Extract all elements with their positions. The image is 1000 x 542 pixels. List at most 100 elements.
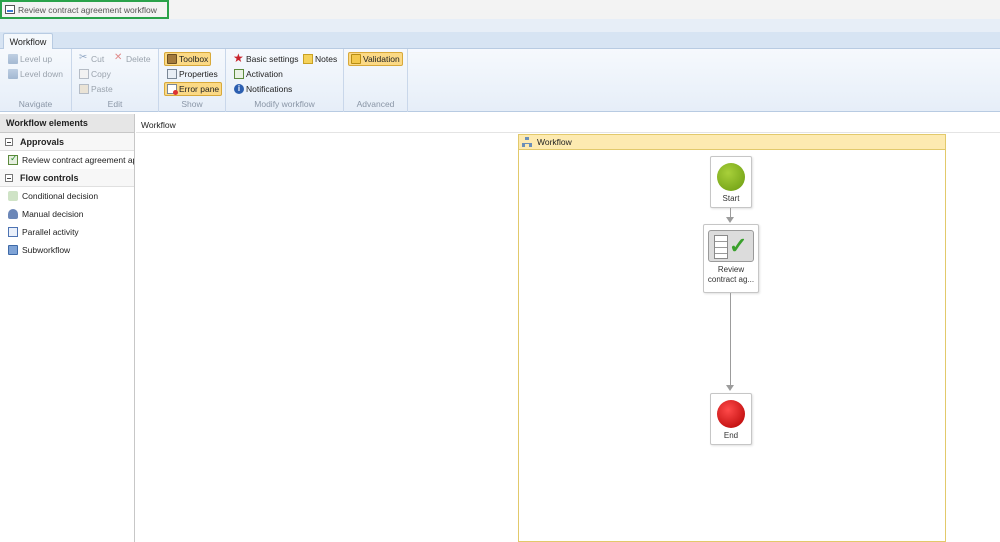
ribbon-group-label: Edit bbox=[107, 99, 123, 109]
element-conditional-decision[interactable]: Conditional decision bbox=[0, 187, 134, 205]
ribbon: Level up Level down Navigate Cut Delete … bbox=[0, 49, 1000, 112]
tab-workflow[interactable]: Workflow bbox=[3, 33, 53, 50]
copy-button[interactable]: Copy bbox=[77, 67, 113, 81]
element-review-contract-approval[interactable]: Review contract agreement ap bbox=[0, 151, 134, 169]
workflow-document-icon bbox=[5, 5, 15, 14]
ribbon-group-label: Navigate bbox=[18, 99, 53, 109]
properties-label: Properties bbox=[179, 69, 218, 79]
level-up-icon bbox=[8, 54, 18, 64]
validation-icon bbox=[351, 54, 361, 64]
arrow-down-icon bbox=[726, 385, 734, 391]
task-label-line1: Review bbox=[717, 265, 745, 274]
star-icon bbox=[233, 51, 244, 65]
tab-band bbox=[0, 32, 1000, 49]
approval-task-icon bbox=[708, 230, 754, 262]
properties-button[interactable]: Properties bbox=[165, 67, 220, 81]
title-bar: Review contract agreement workflow bbox=[0, 0, 1000, 19]
tab-strip-background bbox=[0, 19, 1000, 32]
arrow-down-icon bbox=[726, 217, 734, 223]
basic-settings-label: Basic settings bbox=[246, 54, 299, 64]
workflow-elements-panel: Workflow elements Approvals Review contr… bbox=[0, 114, 135, 542]
info-icon: i bbox=[234, 84, 244, 94]
copy-icon bbox=[79, 69, 89, 79]
level-down-label: Level down bbox=[20, 69, 64, 79]
notes-icon bbox=[303, 54, 313, 64]
approval-icon bbox=[8, 153, 18, 165]
element-label: Review contract agreement ap bbox=[22, 155, 134, 165]
notifications-label: Notifications bbox=[246, 84, 293, 94]
validation-button[interactable]: Validation bbox=[348, 52, 403, 66]
element-label: Manual decision bbox=[22, 209, 84, 219]
ribbon-group-modify-workflow: Basic settings Notes Activation i Notifi… bbox=[226, 49, 344, 112]
element-parallel-activity[interactable]: Parallel activity bbox=[0, 223, 134, 241]
toolbox-icon bbox=[167, 54, 177, 64]
section-label: Flow controls bbox=[20, 172, 79, 183]
parallel-activity-icon bbox=[8, 227, 18, 237]
end-label: End bbox=[723, 431, 739, 440]
element-label: Parallel activity bbox=[22, 227, 79, 237]
cut-label: Cut bbox=[91, 54, 105, 64]
connector-task-end bbox=[730, 293, 731, 386]
element-label: Subworkflow bbox=[22, 245, 71, 255]
collapse-icon[interactable] bbox=[5, 137, 13, 146]
notes-button[interactable]: Notes bbox=[301, 52, 339, 66]
conditional-decision-icon bbox=[8, 191, 18, 201]
ribbon-group-navigate: Level up Level down Navigate bbox=[0, 49, 72, 112]
error-pane-label: Error pane bbox=[179, 84, 220, 94]
section-flow-controls[interactable]: Flow controls bbox=[0, 169, 134, 187]
canvas-breadcrumb: Workflow bbox=[136, 117, 1000, 133]
properties-icon bbox=[167, 69, 177, 79]
collapse-icon[interactable] bbox=[5, 173, 13, 182]
ribbon-group-label: Show bbox=[181, 99, 203, 109]
activation-icon bbox=[234, 69, 244, 79]
end-circle-icon bbox=[717, 400, 745, 428]
notes-label: Notes bbox=[315, 54, 338, 64]
delete-icon bbox=[114, 52, 124, 64]
section-label: Approvals bbox=[20, 136, 65, 147]
task-label-line2: contract ag... bbox=[707, 275, 755, 284]
level-down-icon bbox=[8, 69, 18, 79]
paste-label: Paste bbox=[91, 84, 113, 94]
toolbox-label: Toolbox bbox=[179, 54, 209, 64]
activation-label: Activation bbox=[246, 69, 283, 79]
ribbon-group-label: Advanced bbox=[356, 99, 395, 109]
level-down-button[interactable]: Level down bbox=[6, 67, 65, 81]
element-label: Conditional decision bbox=[22, 191, 99, 201]
subworkflow-icon bbox=[8, 245, 18, 255]
section-approvals[interactable]: Approvals bbox=[0, 133, 134, 151]
level-up-button[interactable]: Level up bbox=[6, 52, 54, 66]
panel-title: Workflow elements bbox=[0, 114, 134, 133]
window-title-box: Review contract agreement workflow bbox=[0, 0, 169, 19]
review-contract-task-node[interactable]: Review contract ag... bbox=[703, 224, 759, 293]
start-circle-icon bbox=[717, 163, 745, 191]
element-subworkflow[interactable]: Subworkflow bbox=[0, 241, 134, 259]
manual-decision-icon bbox=[8, 209, 18, 219]
element-manual-decision[interactable]: Manual decision bbox=[0, 205, 134, 223]
toolbox-button[interactable]: Toolbox bbox=[164, 52, 212, 66]
start-label: Start bbox=[722, 194, 740, 203]
workflow-hierarchy-icon bbox=[522, 137, 532, 147]
delete-button[interactable]: Delete bbox=[112, 52, 153, 66]
workflow-container-header: Workflow bbox=[519, 135, 945, 150]
end-node[interactable]: End bbox=[710, 393, 752, 445]
validation-label: Validation bbox=[363, 54, 400, 64]
ribbon-group-show: Toolbox Properties Error pane Show bbox=[159, 49, 226, 112]
start-node[interactable]: Start bbox=[710, 156, 752, 208]
error-pane-icon bbox=[167, 84, 178, 95]
ribbon-group-advanced: Validation Advanced bbox=[344, 49, 408, 112]
notifications-button[interactable]: i Notifications bbox=[232, 82, 294, 96]
cut-button[interactable]: Cut bbox=[77, 52, 106, 66]
copy-label: Copy bbox=[91, 69, 111, 79]
ribbon-group-edit: Cut Delete Copy Paste Edit bbox=[72, 49, 159, 112]
error-pane-button[interactable]: Error pane bbox=[164, 82, 223, 96]
scissors-icon bbox=[79, 52, 89, 64]
delete-label: Delete bbox=[126, 54, 151, 64]
ribbon-group-label: Modify workflow bbox=[254, 99, 315, 109]
level-up-label: Level up bbox=[20, 54, 53, 64]
activation-button[interactable]: Activation bbox=[232, 67, 285, 81]
paste-button[interactable]: Paste bbox=[77, 82, 115, 96]
workflow-container-title: Workflow bbox=[537, 137, 572, 147]
basic-settings-button[interactable]: Basic settings bbox=[232, 51, 300, 66]
window-title: Review contract agreement workflow bbox=[18, 4, 157, 15]
paste-icon bbox=[79, 84, 89, 94]
